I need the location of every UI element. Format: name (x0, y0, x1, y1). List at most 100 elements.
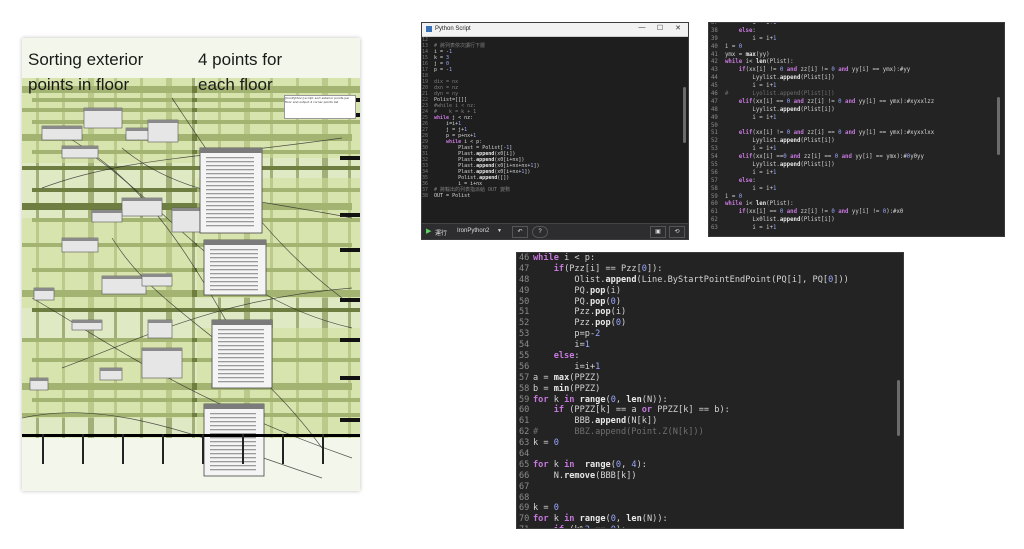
list-entry-line (206, 221, 254, 223)
line-text: PQ.pop(i) (574, 285, 622, 296)
pane-scrollbar[interactable] (897, 380, 900, 436)
code-line: 47 elif(xx[i] == 0 and zz[i] != 0 and yy… (711, 99, 934, 107)
list-entry-line (206, 213, 254, 215)
list-entry-line (210, 257, 258, 259)
line-number: 48 (711, 106, 718, 113)
code-line: 44 Lyylist.append(Plist[i]) (711, 75, 934, 83)
graph-node-header (142, 348, 182, 351)
line-text: i = i+1 (752, 83, 777, 90)
chevron-down-icon[interactable]: ▼ (497, 228, 502, 234)
graph-node-header (62, 146, 98, 149)
line-number: 61 (711, 209, 718, 216)
line-number: 53 (711, 146, 718, 153)
code-line: 71 if (k%2 == 0): (519, 525, 849, 528)
graph-node-header (172, 208, 200, 211)
line-text: while i< len(Plist): (725, 59, 794, 66)
line-text: # Lyolist.append(Plist[i]) (725, 91, 835, 98)
code-line: 46 while i < p: (519, 253, 849, 264)
line-number: 67 (519, 481, 530, 492)
list-entry-line (206, 165, 254, 167)
list-entry-line (210, 429, 256, 431)
code-line: 59 for k in range(0, len(N)): (519, 395, 849, 406)
revert-button[interactable]: ⟲ (669, 226, 685, 238)
list-entry-line (210, 425, 256, 427)
frame-post (42, 434, 44, 464)
graph-node-header (148, 120, 178, 123)
line-number: 52 (711, 138, 718, 145)
code-line: 38 OUT = Polist (422, 193, 684, 199)
pane-scrollbar[interactable] (997, 97, 1000, 155)
watch-node-header (204, 240, 266, 245)
code-pane-upper: 37 i = i+1 38 else: 39 i = i+1 40 i = 0 41 ymx… (708, 22, 1005, 237)
frame-post (122, 434, 124, 464)
code-line: 52 Pzz.pop(0) (519, 318, 849, 329)
window-titlebar: Python Script — ☐ ✕ (422, 23, 688, 37)
list-entry-line (206, 157, 254, 159)
line-text: else: (738, 177, 756, 184)
code-line: 70 for k in range(0, len(N)): (519, 514, 849, 525)
code-lines: 37 i = i+1 38 else: 39 i = i+1 40 i = 0 41 ymx… (711, 23, 934, 233)
engine-dropdown[interactable]: IronPython2 (457, 228, 489, 234)
line-text: while i < p: (533, 253, 596, 263)
list-entry-line (210, 461, 256, 463)
canvas-note: [IronPython] script: sort exterior point… (284, 95, 356, 119)
maximize-button[interactable]: ☐ (652, 24, 668, 32)
run-button[interactable]: 運行 (435, 228, 447, 237)
line-number: 66 (519, 470, 530, 481)
line-text: OUT = Polist (434, 193, 471, 199)
edge-bar (340, 376, 360, 380)
list-entry-line (206, 185, 254, 187)
editor-scrollbar[interactable] (683, 87, 686, 143)
list-entry-line (206, 201, 254, 203)
code-line: 51 Pzz.pop(i) (519, 307, 849, 318)
code-line: 53 p=p-2 (519, 329, 849, 340)
list-entry-line (206, 189, 254, 191)
undo-button[interactable]: ↶ (512, 226, 528, 238)
list-entry-line (210, 457, 256, 459)
list-entry-line (210, 253, 258, 255)
line-number: 64 (519, 449, 530, 460)
line-text: if (PPZZ[k] == a or PPZZ[k] == b): (553, 405, 730, 416)
line-number: 49 (711, 114, 718, 121)
graph-node-header (34, 288, 54, 291)
line-text: Lx0list.append(Plist[i]) (752, 217, 835, 224)
code-line: 60 while i< len(Plist): (711, 201, 934, 209)
code-editor[interactable]: 12 13 # 將列表依次讀行下層 14 i = -1 15 k = 3 16 j = 0 17 p… (422, 37, 684, 224)
watch-node-header (200, 148, 262, 153)
code-line: 48 Lyylist.append(Plist[i]) (711, 107, 934, 115)
code-line: 63 k = 0 (519, 438, 849, 449)
line-number: 42 (711, 59, 718, 66)
code-line: 56 i = i+1 (711, 170, 934, 178)
code-line: 61 BBB.append(N[k]) (519, 416, 849, 427)
graph-node (171, 207, 201, 233)
save-button[interactable]: ▣ (650, 226, 666, 238)
frame-post (282, 434, 284, 464)
code-line: 62 # BBZ.append(Point.Z(N[k])) (519, 427, 849, 438)
watch-node-header (204, 404, 264, 409)
watch-node-header (212, 320, 272, 325)
line-number: 56 (519, 361, 530, 372)
code-line: 50 (711, 123, 934, 131)
list-entry-line (210, 465, 256, 467)
line-number: 48 (519, 274, 530, 285)
graph-node-header (84, 108, 122, 111)
line-number: 71 (519, 525, 533, 528)
list-entry-line (206, 225, 254, 227)
code-line: 56 i=i+1 (519, 362, 849, 373)
list-entry-line (218, 341, 264, 343)
line-text: p = -1 (434, 67, 453, 73)
line-text: for k in range(0, 4): (533, 459, 647, 470)
graph-node-header (42, 126, 82, 129)
code-line: 52 Lyylist.append(Plist[i]) (711, 138, 934, 146)
line-number: 60 (711, 201, 718, 208)
line-text: for k in range(0, len(N)): (533, 514, 668, 525)
list-entry-line (206, 173, 254, 175)
help-button[interactable]: ? (532, 226, 548, 238)
line-number: 49 (519, 285, 530, 296)
minimize-button[interactable]: — (634, 24, 650, 31)
code-line: 55 else: (519, 351, 849, 362)
list-entry-line (210, 249, 258, 251)
code-line: 58 i = i+1 (711, 186, 934, 194)
line-number: 38 (711, 27, 718, 34)
close-button[interactable]: ✕ (670, 24, 686, 32)
